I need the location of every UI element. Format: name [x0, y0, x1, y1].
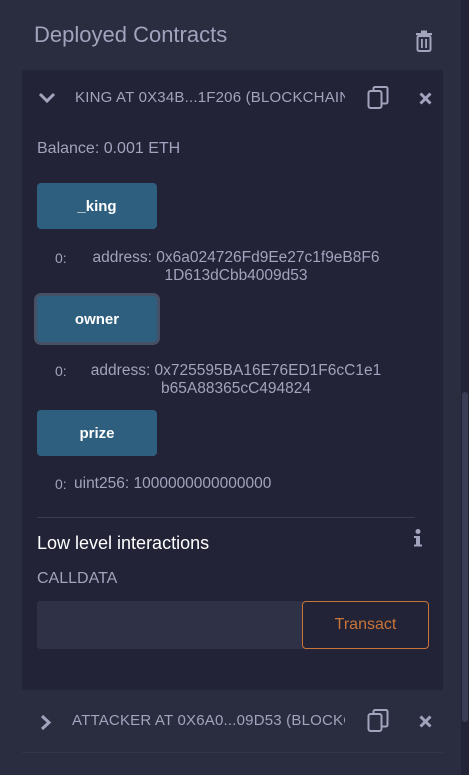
calldata-label: CALLDATA	[37, 570, 118, 587]
contract-title[interactable]: ATTACKER AT 0X6A0...09D53 (BLOCKCHAIN)	[72, 712, 345, 729]
copy-icon[interactable]	[367, 709, 389, 733]
result-value: address: 0x725595BA16E76ED1F6cC1e1 b65A8…	[77, 362, 395, 398]
contract-balance: Balance: 0.001 ETH	[37, 140, 181, 157]
copy-icon[interactable]	[367, 86, 389, 110]
result-index: 0:	[55, 250, 67, 266]
calldata-input[interactable]	[37, 601, 303, 649]
deployed-contracts-title: Deployed Contracts	[34, 22, 228, 47]
king-function-button[interactable]: _king	[37, 183, 157, 229]
result-line-1: address: 0x725595BA16E76ED1F6cC1e1	[90, 362, 382, 379]
result-index: 0:	[55, 363, 67, 379]
result-value: uint256: 1000000000000000	[74, 475, 271, 493]
contract-card-king: KING AT 0X34B...1F206 (BLOCKCHAIN) Balan…	[22, 70, 443, 690]
result-line-1: address: 0x6a024726Fd9Ee27c1f9eB8F6	[92, 249, 380, 266]
close-icon[interactable]	[419, 715, 432, 728]
contract-header: KING AT 0X34B...1F206 (BLOCKCHAIN)	[22, 70, 443, 126]
king-result: 0: address: 0x6a024726Fd9Ee27c1f9eB8F6 1…	[55, 249, 395, 285]
contract-card-attacker: ATTACKER AT 0X6A0...09D53 (BLOCKCHAIN)	[22, 700, 443, 744]
owner-function-button[interactable]: owner	[37, 296, 157, 342]
result-line-2: 1D613dCbb4009d53	[164, 267, 308, 284]
prize-result: 0: uint256: 1000000000000000	[55, 475, 395, 495]
section-divider	[37, 517, 415, 518]
chevron-down-icon[interactable]	[38, 92, 56, 104]
info-icon[interactable]	[413, 528, 423, 548]
scrollbar-thumb[interactable]	[462, 392, 468, 722]
owner-result: 0: address: 0x725595BA16E76ED1F6cC1e1 b6…	[55, 362, 395, 398]
prize-function-button[interactable]: prize	[37, 410, 157, 456]
chevron-right-icon[interactable]	[40, 714, 52, 731]
trash-icon[interactable]	[414, 30, 434, 52]
result-value: address: 0x6a024726Fd9Ee27c1f9eB8F6 1D61…	[77, 249, 395, 285]
result-index: 0:	[55, 476, 67, 492]
transact-button[interactable]: Transact	[302, 601, 429, 649]
row-divider	[22, 752, 443, 753]
close-icon[interactable]	[419, 92, 432, 105]
low-level-interactions-title: Low level interactions	[37, 533, 210, 553]
contract-title[interactable]: KING AT 0X34B...1F206 (BLOCKCHAIN)	[75, 89, 345, 106]
result-line-1: uint256: 1000000000000000	[74, 475, 272, 492]
result-line-2: b65A88365cC494824	[161, 380, 311, 397]
